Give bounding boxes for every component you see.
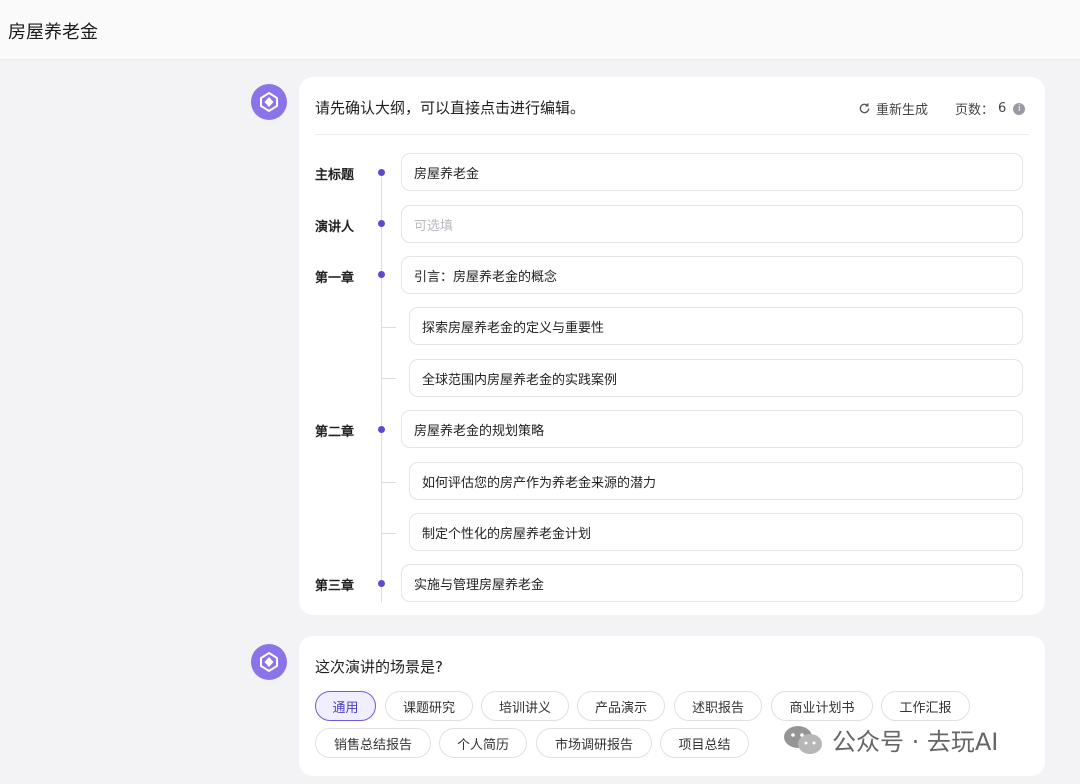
chip-work-report[interactable]: 述职报告 xyxy=(674,691,762,721)
timeline-branch xyxy=(382,378,396,379)
timeline-dot xyxy=(378,220,385,227)
ai-logo-icon xyxy=(251,644,287,680)
chip-general[interactable]: 通用 xyxy=(315,691,376,721)
timeline-dot xyxy=(378,169,385,176)
top-bar: 房屋养老金 xyxy=(0,0,1080,60)
page-title: 房屋养老金 xyxy=(8,22,98,43)
pages-label: 页数： xyxy=(955,103,995,118)
regenerate-button[interactable]: 重新生成 xyxy=(858,99,928,118)
main-title-field[interactable]: 房屋养老金 xyxy=(401,153,1023,191)
chapter-2-section-2-field[interactable]: 制定个性化的房屋养老金计划 xyxy=(409,513,1023,551)
label-chapter-1: 第一章 xyxy=(315,271,355,286)
chapter-3-field[interactable]: 实施与管理房屋养老金 xyxy=(401,564,1023,602)
regenerate-label: 重新生成 xyxy=(876,103,929,118)
label-main-title: 主标题 xyxy=(315,168,355,183)
refresh-icon xyxy=(859,103,870,114)
pages-value: 6 xyxy=(998,101,1007,116)
chapter-2-field[interactable]: 房屋养老金的规划策略 xyxy=(401,410,1023,448)
timeline-branch xyxy=(382,482,396,483)
chip-project-summary[interactable]: 项目总结 xyxy=(660,728,749,758)
chip-market-research[interactable]: 市场调研报告 xyxy=(536,728,652,758)
label-speaker: 演讲人 xyxy=(315,220,355,235)
chip-product-demo[interactable]: 产品演示 xyxy=(577,691,665,721)
ai-logo-icon xyxy=(251,84,287,120)
chapter-1-section-1-field[interactable]: 探索房屋养老金的定义与重要性 xyxy=(409,307,1023,345)
timeline-branch xyxy=(382,327,396,328)
label-chapter-3: 第三章 xyxy=(315,579,355,594)
chip-work-summary[interactable]: 工作汇报 xyxy=(881,691,970,721)
chapter-2-section-1-field[interactable]: 如何评估您的房产作为养老金来源的潜力 xyxy=(409,462,1023,500)
chapter-1-field[interactable]: 引言：房屋养老金的概念 xyxy=(401,256,1023,294)
outline-card: 请先确认大纲，可以直接点击进行编辑。 重新生成 页数： 6 i 主标题 房屋养老… xyxy=(299,77,1045,615)
timeline-dot xyxy=(378,580,385,587)
watermark: 公众号 · 去玩AI xyxy=(782,722,998,757)
outline-prompt: 请先确认大纲，可以直接点击进行编辑。 xyxy=(315,99,586,117)
outline-timeline xyxy=(381,173,382,603)
chapter-1-section-2-field[interactable]: 全球范围内房屋养老金的实践案例 xyxy=(409,359,1023,397)
timeline-dot xyxy=(378,271,385,278)
divider xyxy=(315,134,1029,135)
page-count: 页数： 6 i xyxy=(955,99,1026,118)
speaker-field[interactable]: 可选填 xyxy=(401,205,1023,243)
timeline-branch xyxy=(382,533,396,534)
wechat-icon xyxy=(784,725,822,754)
chip-resume[interactable]: 个人简历 xyxy=(439,728,527,758)
watermark-text: 公众号 · 去玩AI xyxy=(832,728,999,756)
chip-business-plan[interactable]: 商业计划书 xyxy=(771,691,873,721)
timeline-dot xyxy=(378,426,385,433)
chip-sales-report[interactable]: 销售总结报告 xyxy=(315,728,431,758)
label-chapter-2: 第二章 xyxy=(315,425,355,440)
chip-training[interactable]: 培训讲义 xyxy=(481,691,569,721)
scene-question: 这次演讲的场景是? xyxy=(315,658,443,676)
chip-research[interactable]: 课题研究 xyxy=(385,691,473,721)
info-icon[interactable]: i xyxy=(1013,102,1026,115)
